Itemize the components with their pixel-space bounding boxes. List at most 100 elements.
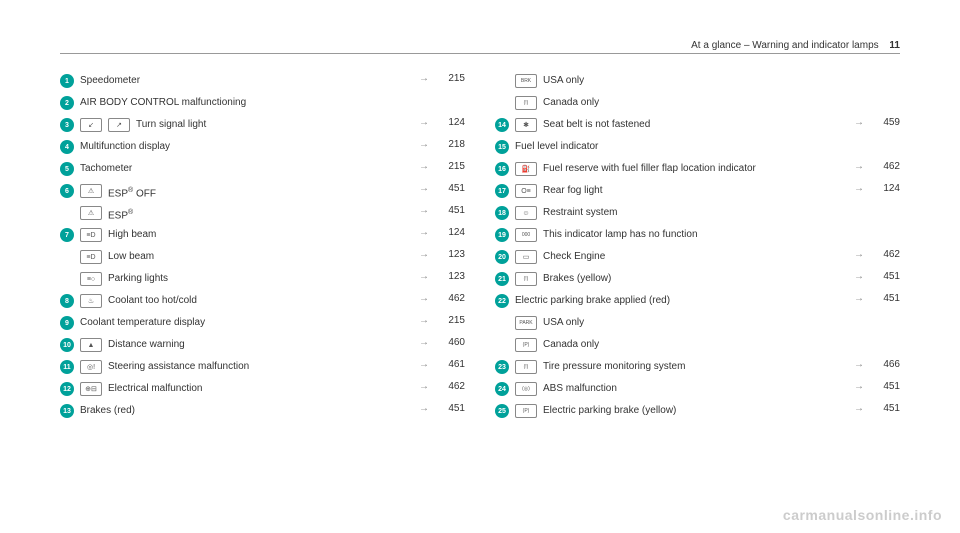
item-number-badge: 16 bbox=[495, 162, 509, 176]
item-number-badge: 15 bbox=[495, 140, 509, 154]
page-ref-arrow: → bbox=[850, 381, 864, 392]
page-ref-arrow: → bbox=[415, 161, 429, 172]
indicator-icon: ≡D bbox=[80, 228, 102, 242]
list-item: ≡○Parking lights→123 bbox=[60, 270, 465, 292]
item-number-badge bbox=[495, 96, 509, 110]
item-label: Parking lights bbox=[108, 271, 409, 286]
page-ref-arrow: → bbox=[415, 227, 429, 238]
item-label: Multifunction display bbox=[80, 139, 409, 154]
list-item: 13Brakes (red)→451 bbox=[60, 402, 465, 424]
list-item: 21(!)Brakes (yellow)→451 bbox=[495, 270, 900, 292]
page-ref: 218 bbox=[435, 139, 465, 150]
item-label: ESP® OFF bbox=[108, 183, 409, 201]
list-item: 2AIR BODY CONTROL malfunctioning bbox=[60, 94, 465, 116]
item-label: Brakes (red) bbox=[80, 403, 409, 418]
list-item: (!) Canada only bbox=[495, 94, 900, 116]
page-ref-arrow: → bbox=[415, 73, 429, 84]
page-ref-arrow: → bbox=[415, 205, 429, 216]
item-number-badge bbox=[60, 272, 74, 286]
page-ref: 451 bbox=[870, 293, 900, 304]
page-ref-arrow: → bbox=[850, 183, 864, 194]
list-item: 4Multifunction display→218 bbox=[60, 138, 465, 160]
page-ref: 451 bbox=[435, 403, 465, 414]
indicator-icon: ▭ bbox=[515, 250, 537, 264]
page-ref-arrow: → bbox=[415, 381, 429, 392]
item-number-badge: 11 bbox=[60, 360, 74, 374]
page-ref: 461 bbox=[435, 359, 465, 370]
list-item: 11◎!Steering assistance malfunction→461 bbox=[60, 358, 465, 380]
page-ref: 466 bbox=[870, 359, 900, 370]
indicator-icon: 000 bbox=[515, 228, 537, 242]
item-number-badge: 7 bbox=[60, 228, 74, 242]
list-item: 20▭Check Engine→462 bbox=[495, 248, 900, 270]
item-number-badge bbox=[60, 250, 74, 264]
item-number-badge: 22 bbox=[495, 294, 509, 308]
item-number-badge: 18 bbox=[495, 206, 509, 220]
page-ref-arrow: → bbox=[415, 183, 429, 194]
item-label: ABS malfunction bbox=[543, 381, 844, 396]
page-ref: 459 bbox=[870, 117, 900, 128]
list-item: BRKUSA only bbox=[495, 72, 900, 94]
item-label: ESP® bbox=[108, 205, 409, 223]
indicator-icon: ♨ bbox=[80, 294, 102, 308]
page-ref-arrow: → bbox=[850, 359, 864, 370]
page-ref: 462 bbox=[435, 381, 465, 392]
page-ref-arrow: → bbox=[415, 337, 429, 348]
indicator-icon: ⛽ bbox=[515, 162, 537, 176]
item-label: Electric parking brake applied (red) bbox=[515, 293, 844, 308]
indicator-icon: ≡D bbox=[80, 250, 102, 264]
item-number-badge: 24 bbox=[495, 382, 509, 396]
list-item: 1 Speedometer → 215 bbox=[60, 72, 465, 94]
page-ref-arrow: → bbox=[850, 117, 864, 128]
item-label: Fuel level indicator bbox=[515, 139, 844, 154]
indicator-icon: (!) bbox=[515, 272, 537, 286]
list-item: 24(◎)ABS malfunction→451 bbox=[495, 380, 900, 402]
list-item: (P)Canada only bbox=[495, 336, 900, 358]
right-column: BRKUSA only(!)Canada only14✱Seat belt is… bbox=[495, 72, 900, 424]
list-item: 3↙↗Turn signal light→124 bbox=[60, 116, 465, 138]
list-item: 18☺Restraint system bbox=[495, 204, 900, 226]
list-item: 19000This indicator lamp has no function bbox=[495, 226, 900, 248]
item-label: Canada only bbox=[543, 337, 844, 352]
item-number-badge: 25 bbox=[495, 404, 509, 418]
list-item: PARKUSA only bbox=[495, 314, 900, 336]
indicator-icon: ↙ bbox=[80, 118, 102, 132]
item-label: Canada only bbox=[543, 95, 844, 110]
indicator-icon: ☺ bbox=[515, 206, 537, 220]
list-item: 10▲Distance warning→460 bbox=[60, 336, 465, 358]
list-item: 12⊕⊟Electrical malfunction→462 bbox=[60, 380, 465, 402]
indicator-icon: (!) bbox=[515, 96, 537, 110]
item-label: USA only bbox=[543, 315, 844, 330]
item-label: Brakes (yellow) bbox=[543, 271, 844, 286]
list-item: ⚠ESP®→451 bbox=[60, 204, 465, 226]
item-number-badge: 8 bbox=[60, 294, 74, 308]
header-title: At a glance – Warning and indicator lamp… bbox=[691, 40, 879, 51]
page-ref: 451 bbox=[870, 403, 900, 414]
page-ref: 124 bbox=[870, 183, 900, 194]
indicator-icon: (!) bbox=[515, 360, 537, 374]
item-label: Coolant temperature display bbox=[80, 315, 409, 330]
page-ref: 460 bbox=[435, 337, 465, 348]
item-label: AIR BODY CONTROL malfunctioning bbox=[80, 95, 409, 110]
item-number-badge: 10 bbox=[60, 338, 74, 352]
page-ref-arrow: → bbox=[415, 315, 429, 326]
page-ref: 462 bbox=[870, 249, 900, 260]
indicator-icon: ✱ bbox=[515, 118, 537, 132]
list-item: ≡DLow beam→123 bbox=[60, 248, 465, 270]
page-ref-arrow: → bbox=[415, 249, 429, 260]
indicator-icon: ↗ bbox=[108, 118, 130, 132]
item-number-badge: 3 bbox=[60, 118, 74, 132]
indicator-icon: ⊕⊟ bbox=[80, 382, 102, 396]
item-number-badge: 6 bbox=[60, 184, 74, 198]
list-item: 16 ⛽ Fuel reserve with fuel filler flap lo… bbox=[495, 160, 900, 182]
indicator-icon: ≡○ bbox=[80, 272, 102, 286]
item-label: Check Engine bbox=[543, 249, 844, 264]
page-ref: 215 bbox=[435, 73, 465, 84]
item-label: Fuel reserve with fuel filler flap locat… bbox=[543, 161, 844, 176]
item-number-badge: 1 bbox=[60, 74, 74, 88]
page-ref-arrow: → bbox=[850, 403, 864, 414]
item-label: This indicator lamp has no function bbox=[543, 227, 844, 242]
item-label: Speedometer bbox=[80, 73, 409, 88]
indicator-icon: ◎! bbox=[80, 360, 102, 374]
item-label: Coolant too hot/cold bbox=[108, 293, 409, 308]
